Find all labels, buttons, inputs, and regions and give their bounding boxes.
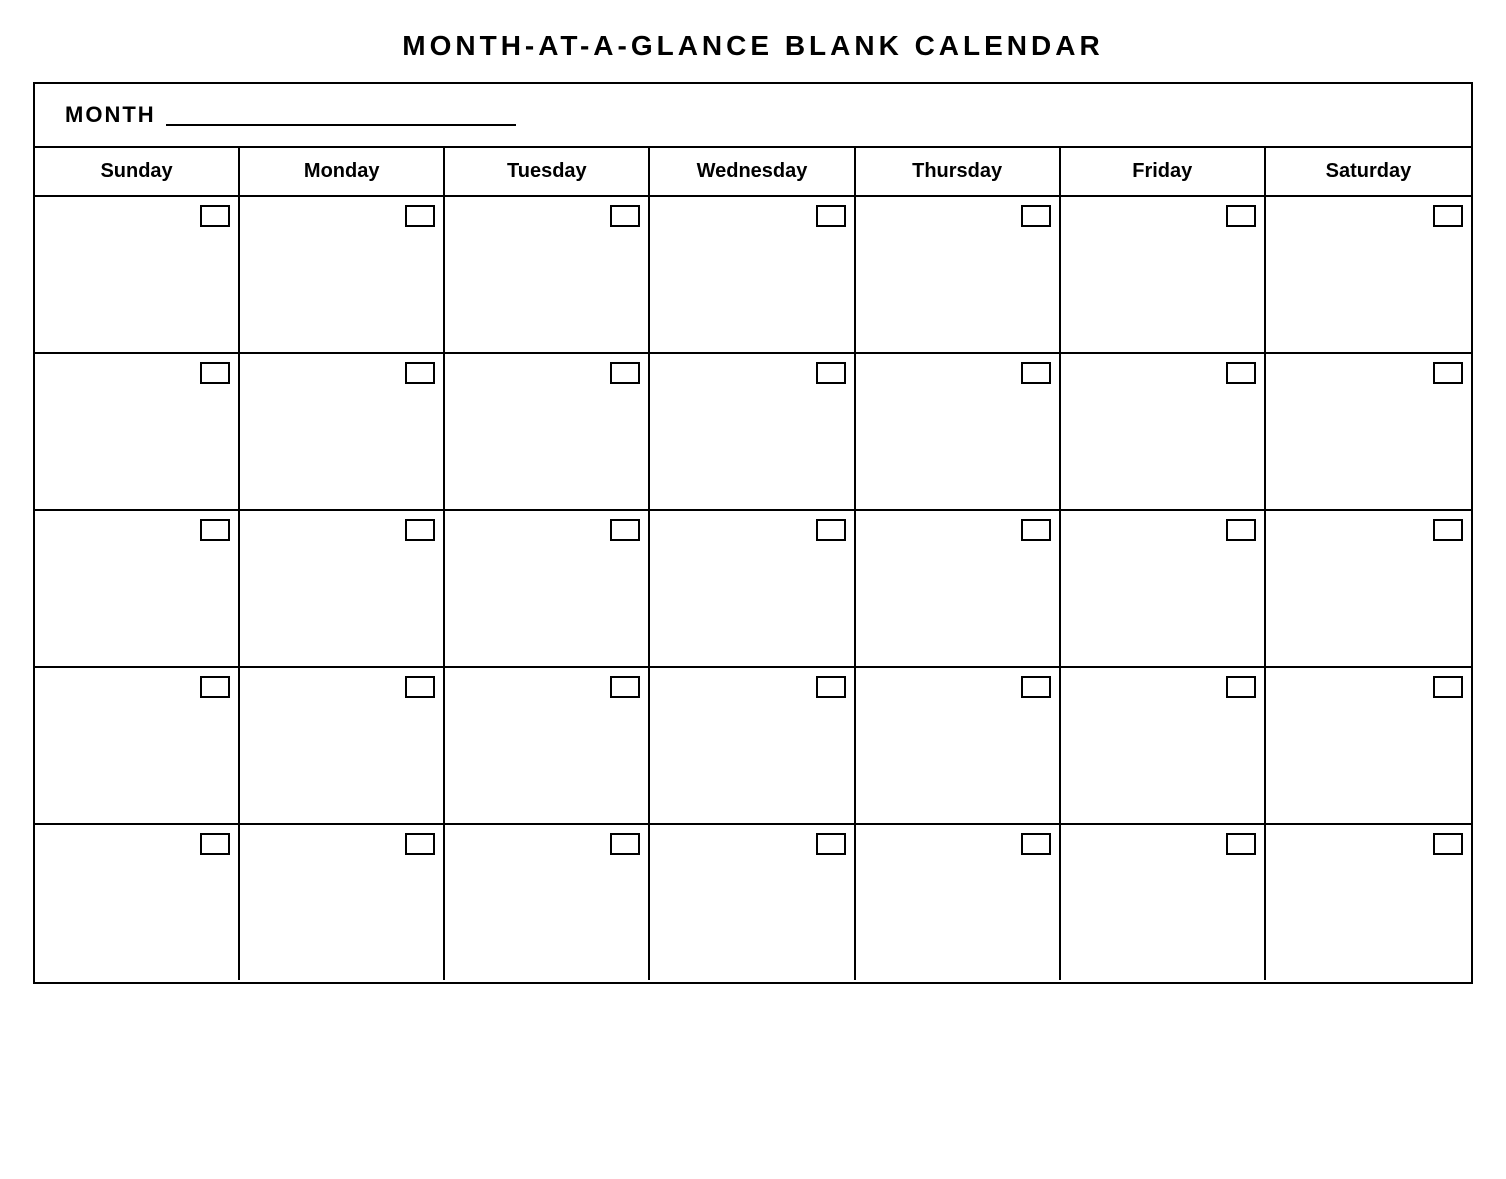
date-box[interactable] <box>1226 205 1256 227</box>
date-box[interactable] <box>1433 833 1463 855</box>
month-line[interactable] <box>166 104 516 126</box>
calendar-row-3 <box>35 511 1471 668</box>
cell-r1-wed[interactable] <box>650 197 855 352</box>
date-box[interactable] <box>200 205 230 227</box>
cell-r2-mon[interactable] <box>240 354 445 509</box>
month-header: MONTH <box>35 84 1471 148</box>
date-box[interactable] <box>610 205 640 227</box>
cell-r1-sat[interactable] <box>1266 197 1471 352</box>
cell-r3-mon[interactable] <box>240 511 445 666</box>
cell-r4-mon[interactable] <box>240 668 445 823</box>
date-box[interactable] <box>1433 676 1463 698</box>
date-box[interactable] <box>1226 833 1256 855</box>
cell-r5-thu[interactable] <box>856 825 1061 980</box>
date-box[interactable] <box>816 205 846 227</box>
date-box[interactable] <box>1226 676 1256 698</box>
day-header-thursday: Thursday <box>856 148 1061 195</box>
date-box[interactable] <box>1433 362 1463 384</box>
date-box[interactable] <box>1021 205 1051 227</box>
cell-r3-thu[interactable] <box>856 511 1061 666</box>
cell-r2-sat[interactable] <box>1266 354 1471 509</box>
cell-r1-mon[interactable] <box>240 197 445 352</box>
day-header-wednesday: Wednesday <box>650 148 855 195</box>
cell-r4-sat[interactable] <box>1266 668 1471 823</box>
cell-r1-thu[interactable] <box>856 197 1061 352</box>
cell-r1-fri[interactable] <box>1061 197 1266 352</box>
cell-r5-mon[interactable] <box>240 825 445 980</box>
cell-r2-thu[interactable] <box>856 354 1061 509</box>
date-box[interactable] <box>1021 676 1051 698</box>
cell-r3-sun[interactable] <box>35 511 240 666</box>
cell-r3-tue[interactable] <box>445 511 650 666</box>
cell-r5-sat[interactable] <box>1266 825 1471 980</box>
cell-r3-wed[interactable] <box>650 511 855 666</box>
month-label: MONTH <box>65 102 156 128</box>
date-box[interactable] <box>405 519 435 541</box>
date-box[interactable] <box>200 519 230 541</box>
cell-r2-wed[interactable] <box>650 354 855 509</box>
day-header-saturday: Saturday <box>1266 148 1471 195</box>
cell-r3-sat[interactable] <box>1266 511 1471 666</box>
calendar-row-1 <box>35 197 1471 354</box>
date-box[interactable] <box>816 519 846 541</box>
day-header-monday: Monday <box>240 148 445 195</box>
cell-r4-fri[interactable] <box>1061 668 1266 823</box>
cell-r3-fri[interactable] <box>1061 511 1266 666</box>
cell-r4-tue[interactable] <box>445 668 650 823</box>
cell-r4-thu[interactable] <box>856 668 1061 823</box>
cell-r2-fri[interactable] <box>1061 354 1266 509</box>
date-box[interactable] <box>1021 519 1051 541</box>
date-box[interactable] <box>816 676 846 698</box>
date-box[interactable] <box>1226 362 1256 384</box>
date-box[interactable] <box>610 833 640 855</box>
cell-r5-fri[interactable] <box>1061 825 1266 980</box>
cell-r4-wed[interactable] <box>650 668 855 823</box>
date-box[interactable] <box>405 362 435 384</box>
date-box[interactable] <box>610 676 640 698</box>
page-container: MONTH-AT-A-GLANCE BLANK CALENDAR MONTH S… <box>33 30 1473 984</box>
date-box[interactable] <box>405 205 435 227</box>
date-box[interactable] <box>1433 519 1463 541</box>
date-box[interactable] <box>610 519 640 541</box>
day-header-tuesday: Tuesday <box>445 148 650 195</box>
date-box[interactable] <box>1021 833 1051 855</box>
date-box[interactable] <box>405 833 435 855</box>
calendar-row-4 <box>35 668 1471 825</box>
date-box[interactable] <box>200 676 230 698</box>
day-header-sunday: Sunday <box>35 148 240 195</box>
date-box[interactable] <box>200 833 230 855</box>
calendar-wrapper: MONTH Sunday Monday Tuesday Wednesday Th… <box>33 82 1473 984</box>
cell-r5-wed[interactable] <box>650 825 855 980</box>
cell-r5-tue[interactable] <box>445 825 650 980</box>
cell-r1-sun[interactable] <box>35 197 240 352</box>
date-box[interactable] <box>1021 362 1051 384</box>
date-box[interactable] <box>816 833 846 855</box>
cell-r1-tue[interactable] <box>445 197 650 352</box>
cell-r2-tue[interactable] <box>445 354 650 509</box>
cell-r4-sun[interactable] <box>35 668 240 823</box>
cell-r2-sun[interactable] <box>35 354 240 509</box>
date-box[interactable] <box>610 362 640 384</box>
cell-r5-sun[interactable] <box>35 825 240 980</box>
calendar-grid <box>35 197 1471 982</box>
calendar-row-2 <box>35 354 1471 511</box>
date-box[interactable] <box>816 362 846 384</box>
date-box[interactable] <box>1226 519 1256 541</box>
date-box[interactable] <box>200 362 230 384</box>
day-header-friday: Friday <box>1061 148 1266 195</box>
days-header: Sunday Monday Tuesday Wednesday Thursday… <box>35 148 1471 197</box>
page-title: MONTH-AT-A-GLANCE BLANK CALENDAR <box>33 30 1473 62</box>
calendar-row-5 <box>35 825 1471 982</box>
date-box[interactable] <box>1433 205 1463 227</box>
date-box[interactable] <box>405 676 435 698</box>
